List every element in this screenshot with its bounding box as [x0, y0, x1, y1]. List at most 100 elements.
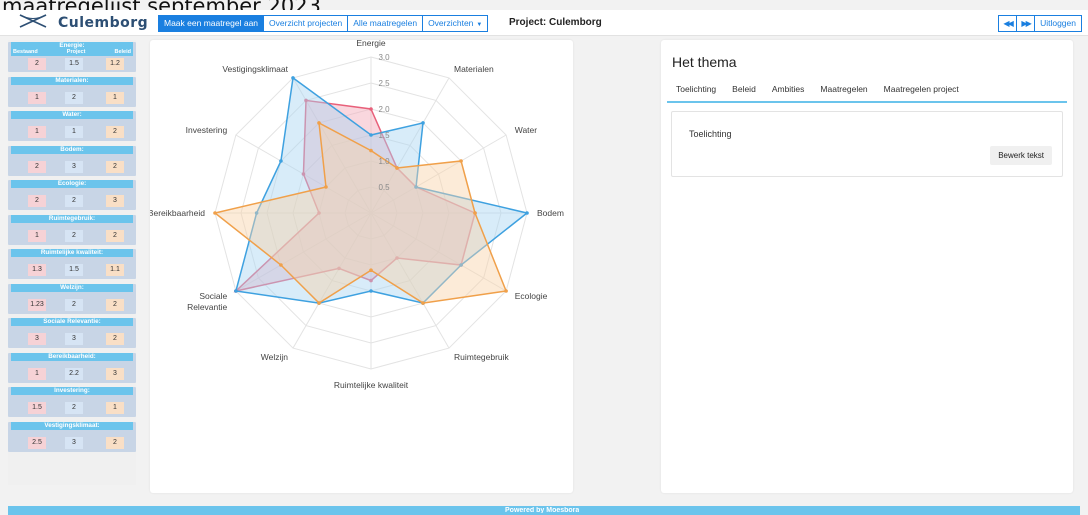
theme-tabs: Toelichting Beleid Ambities Maatregelen …: [667, 82, 1067, 103]
score-beleid: 1: [106, 402, 124, 414]
score-card: Energie: Bestaand Project Beleid 2 1.5 1.2: [8, 42, 136, 72]
score-subheader: Bestaand: [13, 49, 38, 55]
all-measures-button[interactable]: Alle maatregelen: [347, 15, 424, 32]
score-card: Water: 1 1 2: [8, 111, 136, 141]
footer-powered-by: Powered by Moesbora: [505, 507, 580, 513]
score-subheader: Project: [66, 49, 86, 55]
theme-panel: Het thema Toelichting Beleid Ambities Ma…: [661, 40, 1073, 493]
document-overlay-text: maatregelijst september 2023,: [0, 0, 328, 10]
score-beleid: 1.1: [106, 264, 124, 276]
radar-point: [459, 159, 463, 163]
score-card-title: Bereikbaarheid:: [11, 352, 133, 361]
edit-text-button[interactable]: Bewerk tekst: [990, 146, 1052, 165]
radar-tick-label: 0.5: [378, 183, 390, 192]
tab-beleid[interactable]: Beleid: [724, 82, 764, 101]
score-beleid: 1.2: [106, 58, 124, 70]
radar-category-label: Water: [515, 125, 538, 135]
score-card: Investering: 1.5 2 1: [8, 387, 136, 417]
score-project: 2: [65, 91, 83, 104]
score-bestaand: 1: [28, 91, 46, 104]
radar-tick-label: 2.0: [378, 105, 390, 114]
score-values: 3 3 2: [8, 333, 136, 345]
score-beleid: 2: [106, 126, 124, 138]
projects-overview-button[interactable]: Overzicht projecten: [263, 15, 349, 32]
score-card-title: Water:: [11, 111, 133, 119]
radar-tick-label: 1.0: [378, 157, 390, 166]
score-bestaand: 1: [28, 126, 46, 138]
score-card: Sociale Relevantie: 3 3 2: [8, 318, 136, 348]
score-project: 1.5: [65, 264, 83, 276]
score-card-title: Sociale Relevantie:: [11, 318, 133, 326]
score-card: Bereikbaarheid: 1 2.2 3: [8, 352, 136, 383]
score-project: 3: [65, 436, 83, 449]
score-project: 3: [65, 160, 83, 173]
radar-category-label: Investering: [186, 125, 228, 135]
score-values: 2 2 3: [8, 195, 136, 207]
theme-title: Het thema: [672, 54, 737, 70]
score-beleid: 2: [106, 160, 124, 173]
score-project: 2.2: [65, 367, 83, 380]
radar-category-label: Welzijn: [261, 352, 289, 362]
caret-down-icon: ▼: [476, 22, 483, 28]
logout-button[interactable]: Uitloggen: [1034, 15, 1082, 32]
score-project: 2: [65, 298, 83, 311]
radar-point: [317, 121, 321, 125]
score-card: Bodem: 2 3 2: [8, 145, 136, 176]
radar-point: [525, 211, 529, 215]
radar-point: [369, 268, 373, 272]
radar-point: [369, 289, 373, 293]
score-values: 2.5 3 2: [8, 436, 136, 449]
score-card-title: Welzijn:: [11, 283, 133, 292]
score-project: 1.5: [65, 58, 83, 70]
score-project: 1: [65, 126, 83, 138]
section-label: Toelichting: [689, 129, 732, 139]
score-bestaand: 1.5: [28, 402, 46, 414]
tab-ambities[interactable]: Ambities: [764, 82, 813, 101]
create-measure-button[interactable]: Maak een maatregel aan: [158, 15, 265, 32]
project-label: Project: Culemborg: [509, 17, 602, 28]
tab-maatregelen-project[interactable]: Maatregelen project: [876, 82, 967, 101]
brand-logo[interactable]: Culemborg: [18, 13, 148, 33]
overviews-dropdown-label: Overzichten: [428, 18, 474, 28]
radar-point: [369, 148, 373, 153]
score-beleid: 2: [106, 229, 124, 242]
tab-toelichting[interactable]: Toelichting: [667, 82, 724, 101]
top-navbar: Culemborg Maak een maatregel aan Overzic…: [0, 10, 1088, 36]
score-bestaand: 1.3: [28, 264, 46, 276]
radar-point: [421, 121, 425, 125]
score-card: Ecologie: 2 2 3: [8, 180, 136, 210]
overviews-dropdown[interactable]: Overzichten ▼: [422, 15, 489, 32]
score-values: 2 1.5 1.2: [8, 58, 136, 70]
double-chevron-right-icon[interactable]: ▶▶: [1016, 15, 1036, 32]
score-values: 1.23 2 2: [8, 298, 136, 311]
double-chevron-left-icon[interactable]: ◀◀: [998, 15, 1018, 32]
score-beleid: 3: [106, 367, 124, 380]
score-beleid: 2: [106, 333, 124, 345]
radar-category-label: Materialen: [454, 64, 494, 74]
score-bestaand: 2: [28, 58, 46, 70]
score-bestaand: 3: [28, 333, 46, 345]
score-bestaand: 1.23: [28, 298, 46, 311]
radar-point: [473, 211, 477, 215]
radar-tick-label: 2.5: [378, 79, 390, 88]
crossed-lines-logo-icon: [18, 13, 48, 34]
radar-category-label: Bodem: [537, 208, 564, 218]
radar-point: [369, 107, 373, 111]
radar-point: [279, 159, 283, 163]
score-values: 1 2.2 3: [8, 367, 136, 380]
radar-category-label: Ruimtelijke kwaliteit: [334, 380, 409, 390]
score-bestaand: 1: [28, 229, 46, 242]
radar-point: [504, 289, 508, 293]
score-bestaand: 2: [28, 160, 46, 173]
score-bestaand: 2.5: [28, 436, 46, 449]
toelichting-content: Toelichting Bewerk tekst: [671, 111, 1063, 177]
top-right-controls: ◀◀ ▶▶ Uitloggen: [998, 15, 1082, 32]
radar-chart: 0.5 1.0 1.5 2.0 2.5 3.0 Energie Materialen Water…: [150, 40, 564, 390]
score-values: 1.5 2 1: [8, 402, 136, 414]
score-card-title: Ruimtegebruik:: [11, 214, 133, 223]
score-bestaand: 1: [28, 367, 46, 380]
tab-maatregelen[interactable]: Maatregelen: [812, 82, 875, 101]
main-nav: Maak een maatregel aan Overzicht project…: [158, 15, 489, 32]
score-card: Ruimtegebruik: 1 2 2: [8, 214, 136, 245]
score-beleid: 3: [106, 195, 124, 207]
